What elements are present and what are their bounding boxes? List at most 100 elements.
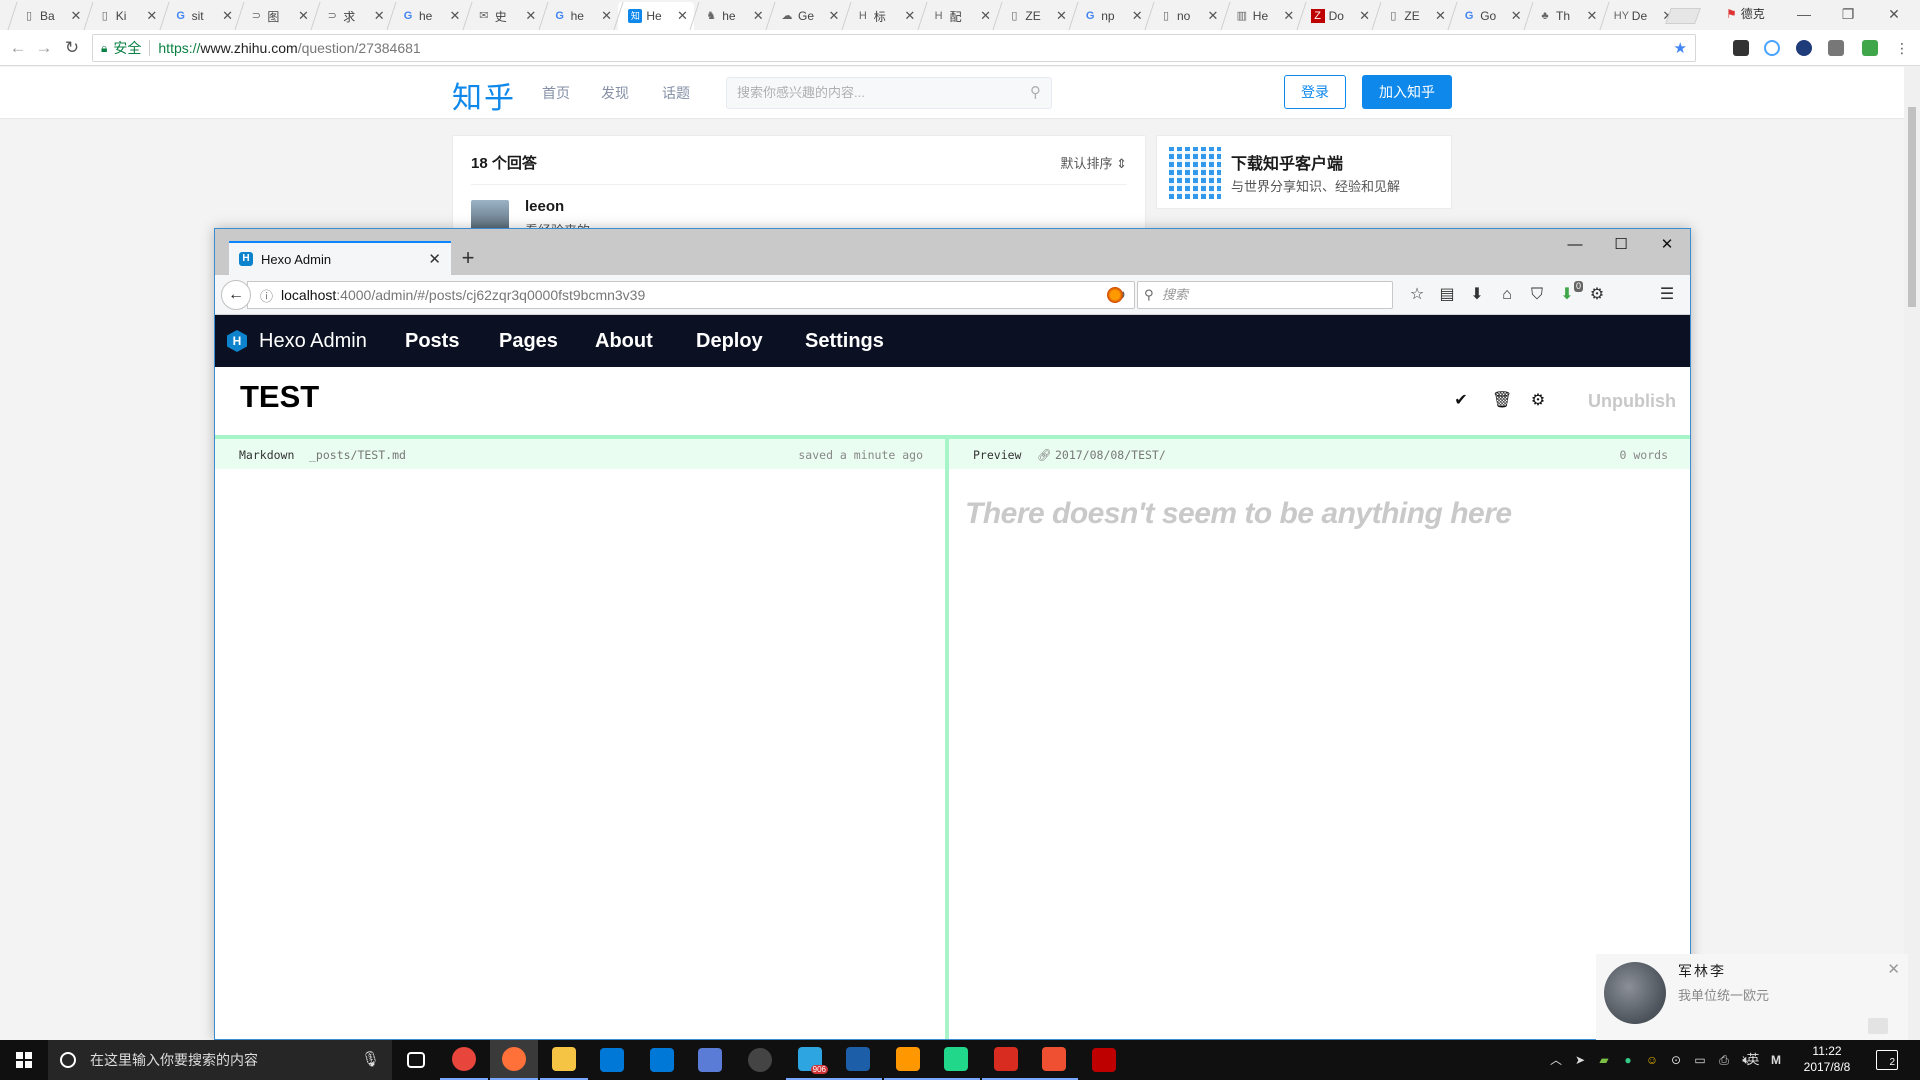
extension-icon[interactable] — [1733, 40, 1749, 56]
close-tab-icon[interactable]: ✕ — [449, 8, 461, 24]
close-tab-icon[interactable]: ✕ — [1359, 8, 1371, 24]
firefox-maximize-button[interactable]: ☐ — [1598, 229, 1644, 261]
zhihu-nav-explore[interactable]: 发现 — [601, 83, 629, 103]
taskbar-app-jetbrains[interactable] — [932, 1040, 980, 1080]
close-tab-icon[interactable]: ✕ — [980, 8, 992, 24]
close-tab-icon[interactable]: ✕ — [676, 8, 688, 24]
nav-about[interactable]: About — [595, 315, 653, 367]
taskbar-app-firefox[interactable] — [490, 1040, 538, 1080]
chrome-new-tab-button[interactable] — [1665, 8, 1701, 24]
pocket-icon[interactable]: ⛉ — [1527, 285, 1547, 305]
reply-icon[interactable] — [1868, 1018, 1888, 1034]
chrome-minimize-button[interactable]: — — [1784, 0, 1824, 28]
extension-icon[interactable] — [1764, 40, 1780, 56]
chrome-tab[interactable]: ☁ Ge ✕ — [770, 2, 846, 30]
chrome-tab[interactable]: ⊃ 图 ✕ — [239, 2, 315, 30]
taskbar-app-remote-desktop[interactable] — [686, 1040, 734, 1080]
close-tab-icon[interactable]: ✕ — [1207, 8, 1219, 24]
reload-icon[interactable]: ↻ — [60, 36, 84, 60]
zhihu-logo[interactable]: 知乎 — [452, 73, 516, 117]
close-tab-icon[interactable]: ✕ — [146, 8, 158, 24]
close-tab-icon[interactable]: ✕ — [428, 250, 441, 268]
markdown-textarea[interactable] — [215, 469, 945, 1039]
taskbar-app-mail[interactable] — [638, 1040, 686, 1080]
battery-icon[interactable]: ▭ — [1692, 1052, 1708, 1068]
close-tab-icon[interactable]: ✕ — [904, 8, 916, 24]
taskbar-app-redis[interactable] — [982, 1040, 1030, 1080]
chrome-address-bar[interactable]: 🔒︎ 安全 https:// www.zhihu.com /question/2… — [92, 34, 1696, 62]
extension-icon[interactable]: ⚙ — [1587, 285, 1607, 305]
taskbar-app-sublime[interactable] — [884, 1040, 932, 1080]
taskbar-app-virtualbox[interactable] — [834, 1040, 882, 1080]
gear-icon[interactable]: ⚙ — [1528, 391, 1548, 411]
microphone-icon[interactable]: 🎙︎ — [361, 1050, 380, 1068]
close-icon[interactable]: ✕ — [1887, 960, 1900, 978]
taskbar-app-store[interactable] — [588, 1040, 636, 1080]
unpublish-button[interactable]: Unpublish — [1588, 391, 1676, 412]
chrome-tab[interactable]: ▯ Ba ✕ — [12, 2, 88, 30]
firefox-minimize-button[interactable]: — — [1552, 229, 1598, 261]
chrome-tab[interactable]: G Go ✕ — [1452, 2, 1528, 30]
extension-icon[interactable] — [1862, 40, 1878, 56]
firefox-address-bar[interactable]: ⓘ localhost :4000/admin/#/posts/cj62zqr3… — [247, 281, 1135, 309]
chrome-tab[interactable]: ▥ He ✕ — [1225, 2, 1301, 30]
forward-arrow-icon[interactable]: → — [32, 36, 56, 60]
chrome-tab[interactable]: H 配 ✕ — [922, 2, 998, 30]
tray-app-icon[interactable]: ☺ — [1644, 1052, 1660, 1068]
nav-pages[interactable]: Pages — [499, 315, 558, 367]
chrome-tab[interactable]: ♣ Th ✕ — [1528, 2, 1604, 30]
zhihu-nav-home[interactable]: 首页 — [542, 83, 570, 103]
chrome-tab[interactable]: 知 He ✕ — [618, 2, 695, 30]
ime-mode-icon[interactable]: M — [1768, 1052, 1784, 1068]
zhihu-app-download-card[interactable]: 下载知乎客户端 与世界分享知识、经验和见解 — [1156, 135, 1452, 209]
nav-settings[interactable]: Settings — [805, 315, 884, 367]
hexo-brand[interactable]: H Hexo Admin — [227, 315, 367, 367]
zhihu-join-button[interactable]: 加入知乎 — [1362, 75, 1452, 109]
chat-notification[interactable]: 军林李 我单位统一欧元 ✕ — [1596, 954, 1908, 1040]
chrome-restore-button[interactable]: ❐ — [1828, 0, 1868, 28]
chrome-tab[interactable]: Ghe ✕ — [391, 2, 467, 30]
start-button[interactable] — [0, 1040, 48, 1080]
scrollbar-thumb[interactable] — [1908, 107, 1916, 307]
chrome-tab[interactable]: ▯ Ki ✕ — [88, 2, 164, 30]
close-tab-icon[interactable]: ✕ — [1510, 8, 1522, 24]
taskbar-search-box[interactable]: 在这里输入你要搜索的内容 🎙︎ — [48, 1040, 392, 1080]
taskbar-app-task-view[interactable] — [392, 1040, 440, 1080]
taskbar-app-filezilla[interactable] — [1080, 1040, 1128, 1080]
sort-dropdown[interactable]: 默认排序 ⇕ — [1060, 153, 1127, 172]
tray-app-icon[interactable]: ● — [1620, 1052, 1636, 1068]
taskbar-clock[interactable]: 11:22 2017/8/8 — [1790, 1043, 1864, 1075]
close-tab-icon[interactable]: ✕ — [1283, 8, 1295, 24]
close-tab-icon[interactable]: ✕ — [222, 8, 234, 24]
firefox-new-tab-button[interactable]: + — [451, 241, 485, 275]
firefox-close-button[interactable]: ✕ — [1644, 229, 1690, 261]
page-scrollbar[interactable] — [1904, 67, 1920, 1040]
firefox-tab-hexo-admin[interactable]: H Hexo Admin ✕ — [229, 241, 451, 275]
back-arrow-icon[interactable]: ← — [221, 280, 251, 310]
chrome-menu-icon[interactable]: ⋮ — [1890, 36, 1914, 60]
download-arrow-icon[interactable]: ⬇ — [1467, 285, 1487, 305]
taskbar-app-file-explorer[interactable] — [540, 1040, 588, 1080]
nav-posts[interactable]: Posts — [405, 315, 459, 367]
chrome-tab[interactable]: ▯ ZE ✕ — [997, 2, 1073, 30]
extension-icon[interactable] — [1107, 287, 1123, 303]
tray-app-icon[interactable]: ⊙ — [1668, 1052, 1684, 1068]
downloader-extension-icon[interactable]: ⬇ 0 — [1557, 281, 1583, 305]
zhihu-nav-topics[interactable]: 话题 — [662, 83, 690, 103]
chrome-profile-button[interactable]: ⚑ 德克 — [1726, 5, 1765, 22]
library-icon[interactable]: ▤ — [1437, 285, 1457, 305]
trash-icon[interactable]: 🗑︎ — [1492, 391, 1512, 411]
back-arrow-icon[interactable]: ← — [6, 36, 30, 60]
close-tab-icon[interactable]: ✕ — [1131, 8, 1143, 24]
action-center-button[interactable]: 2 — [1876, 1050, 1898, 1070]
close-tab-icon[interactable]: ✕ — [297, 8, 309, 24]
chrome-tab[interactable]: Gnp ✕ — [1073, 2, 1149, 30]
extension-icon[interactable] — [1796, 40, 1812, 56]
firefox-search-input[interactable]: ⚲ 搜索 — [1137, 281, 1393, 309]
extension-icon[interactable] — [1828, 40, 1844, 56]
tray-app-icon[interactable]: ➤ — [1572, 1052, 1588, 1068]
zhihu-login-button[interactable]: 登录 — [1284, 75, 1346, 109]
zhihu-search-input[interactable]: 搜索你感兴趣的内容... ⚲ — [726, 77, 1052, 109]
network-icon[interactable]: ⎙ — [1716, 1052, 1732, 1068]
nav-deploy[interactable]: Deploy — [696, 315, 763, 367]
